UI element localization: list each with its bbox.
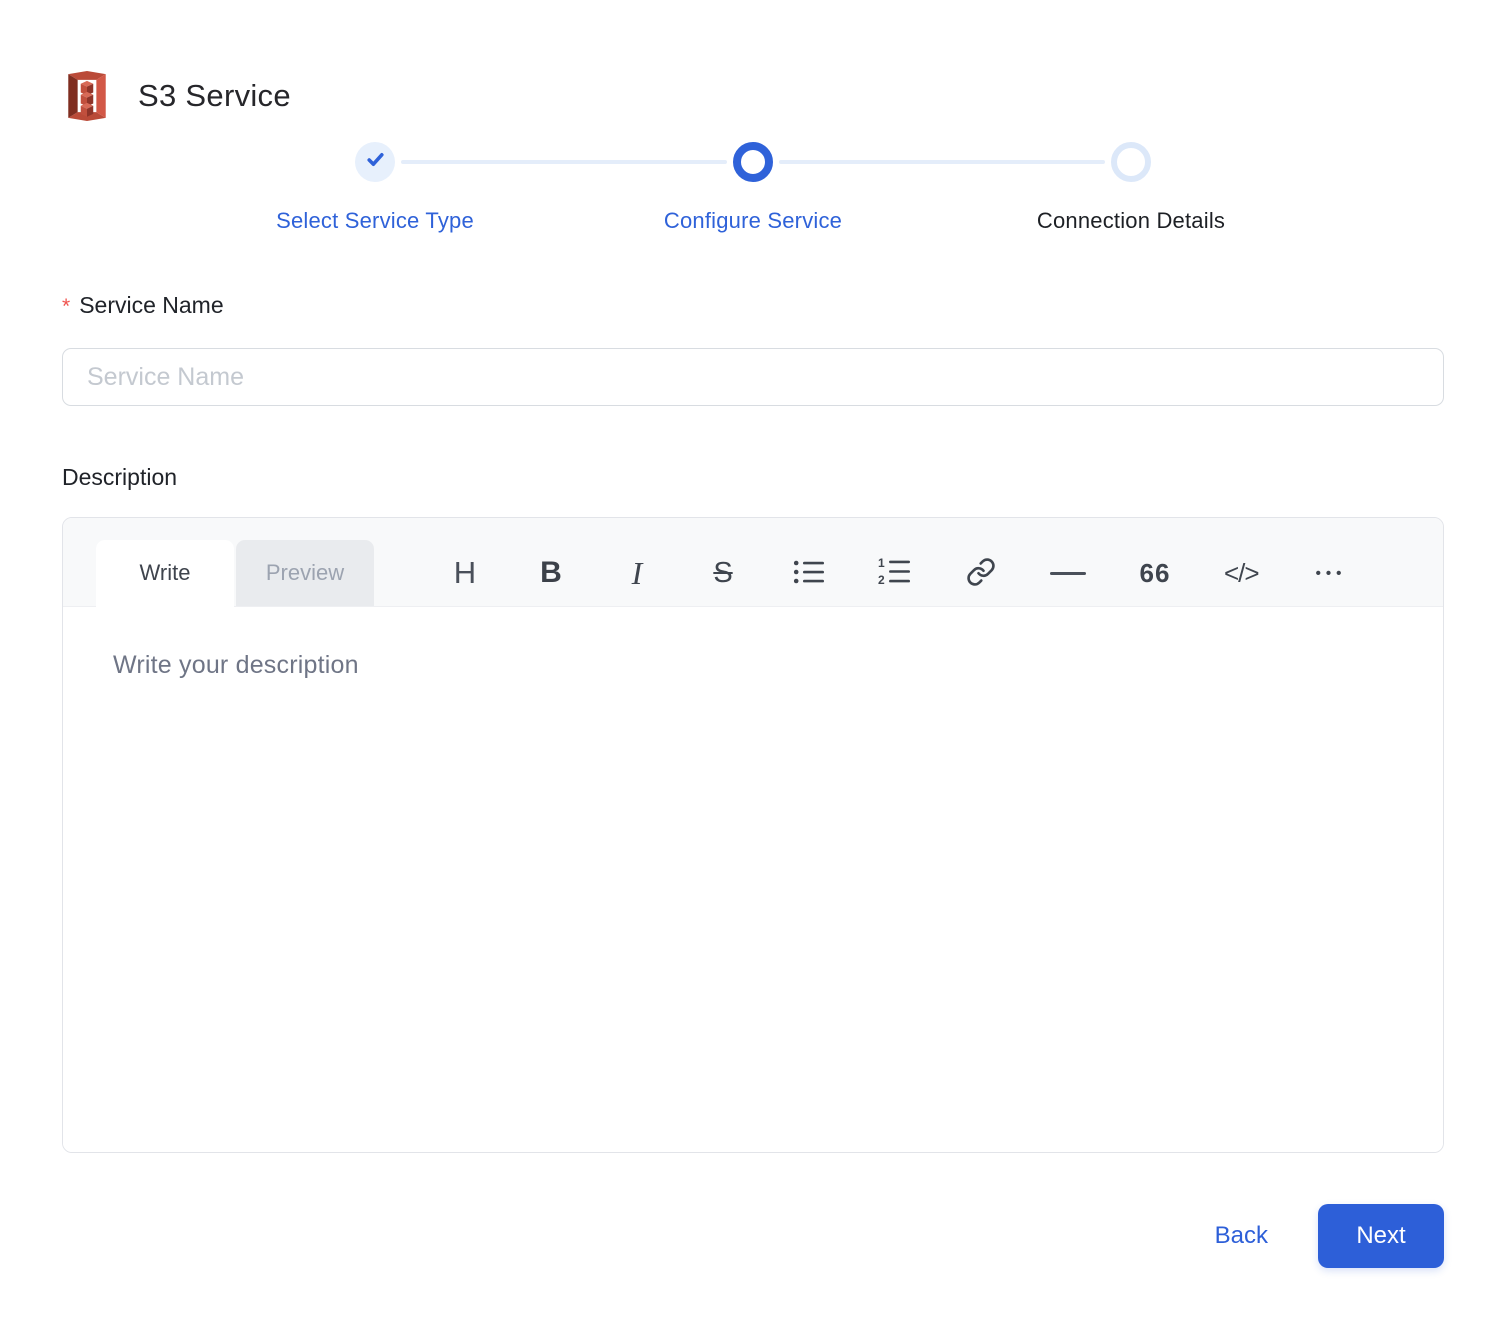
more-options-button[interactable]: •••	[1311, 553, 1347, 593]
step-configure-service[interactable]: Configure Service	[564, 142, 942, 234]
heading-button[interactable]: H	[448, 553, 482, 593]
svg-text:2: 2	[878, 573, 885, 587]
more-icon: •••	[1315, 564, 1347, 582]
horizontal-rule-icon	[1050, 571, 1086, 575]
ordered-list-icon: 1 2	[878, 556, 912, 590]
step-completed-circle	[355, 142, 395, 182]
page-title: S3 Service	[138, 78, 291, 113]
unordered-list-icon	[793, 558, 826, 589]
required-asterisk: *	[62, 295, 71, 318]
service-name-label-text: Service Name	[79, 292, 224, 318]
page-header: S3 Service	[62, 70, 1444, 122]
heading-icon: H	[453, 555, 477, 590]
ordered-list-button[interactable]: 1 2	[878, 553, 912, 593]
description-label: Description	[62, 464, 178, 490]
svg-text:1: 1	[878, 557, 885, 570]
code-icon: </>	[1224, 557, 1260, 588]
step-label: Configure Service	[663, 208, 843, 233]
link-button[interactable]	[964, 553, 998, 593]
check-icon	[365, 149, 386, 175]
link-icon	[966, 557, 996, 590]
unordered-list-button[interactable]	[792, 553, 826, 593]
editor-toolbar: Write Preview H B I S 1 2 66 </> •••	[63, 518, 1443, 607]
step-pending-circle	[1111, 142, 1151, 182]
tab-preview[interactable]: Preview	[236, 540, 374, 606]
description-editor: Write Preview H B I S 1 2 66 </> ••• Wri…	[62, 517, 1444, 1153]
tab-write[interactable]: Write	[96, 540, 234, 606]
configure-service-page: S3 Service Select Service Type Configure…	[0, 0, 1506, 1268]
strikethrough-icon: S	[713, 556, 733, 589]
wizard-stepper: Select Service Type Configure Service Co…	[186, 142, 1320, 234]
code-button[interactable]: </>	[1224, 553, 1260, 593]
quote-button[interactable]: 66	[1138, 553, 1172, 593]
next-button[interactable]: Next	[1318, 1204, 1444, 1268]
step-label: Connection Details	[1036, 208, 1226, 233]
description-placeholder: Write your description	[113, 651, 359, 679]
editor-tabs: Write Preview	[96, 540, 374, 606]
editor-toolbar-buttons: H B I S 1 2 66 </> •••	[448, 540, 1346, 606]
s3-service-icon	[62, 70, 112, 122]
service-name-input[interactable]	[62, 348, 1444, 406]
step-select-service-type[interactable]: Select Service Type	[186, 142, 564, 234]
wizard-footer: Back Next	[62, 1204, 1444, 1268]
bold-icon: B	[540, 556, 562, 589]
back-button[interactable]: Back	[1215, 1222, 1268, 1250]
strikethrough-button[interactable]: S	[706, 553, 740, 593]
italic-button[interactable]: I	[620, 553, 654, 593]
step-active-circle	[733, 142, 773, 182]
step-connection-details[interactable]: Connection Details	[942, 142, 1320, 234]
horizontal-rule-button[interactable]	[1050, 553, 1086, 593]
step-label: Select Service Type	[276, 208, 474, 233]
service-name-label: * Service Name	[62, 292, 1444, 319]
bold-button[interactable]: B	[534, 553, 568, 593]
quote-icon: 66	[1139, 557, 1171, 588]
description-textarea[interactable]: Write your description	[63, 607, 1443, 1152]
italic-icon: I	[631, 554, 643, 591]
